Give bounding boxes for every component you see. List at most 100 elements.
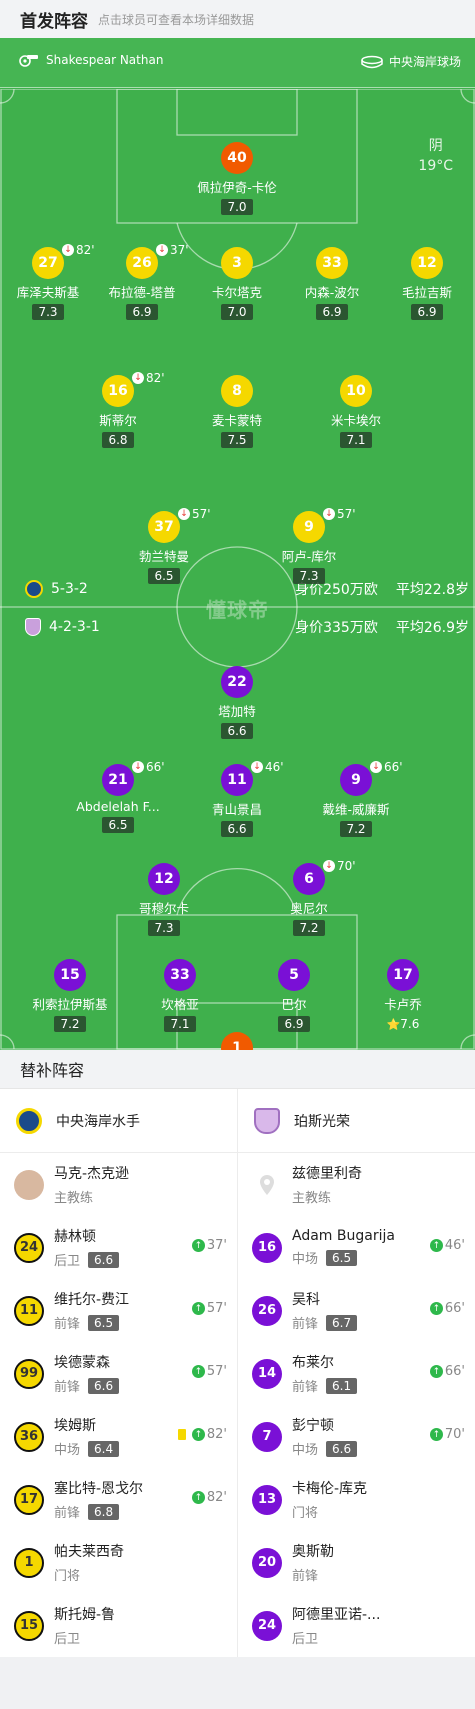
bench-player-1[interactable]: 1 帕夫莱西奇 门将 (0, 1531, 237, 1594)
player-name: 卡梅伦-库克 (292, 1481, 368, 1497)
sub-off-indicator: ↓ 66' (132, 760, 165, 774)
player-name: 佩拉伊奇-卡伦 (197, 180, 277, 195)
away-player-1[interactable]: 1萨伊7.0 (172, 1032, 302, 1050)
bench-player-11[interactable]: 11 维托尔-费江 前锋 6.5 ↑ 57' (0, 1279, 237, 1342)
bench-player-15[interactable]: 15 斯托姆-鲁 后卫 (0, 1594, 237, 1657)
player-rating: 6.6 (221, 723, 253, 739)
sub-off-arrow-icon: ↓ (62, 244, 74, 256)
sub-off-minute: 66' (146, 760, 165, 774)
home-team-logo-icon (16, 1107, 42, 1134)
away-player-33[interactable]: 33 坎格亚 7.1 (115, 959, 245, 1032)
venue-name: 中央海岸球场 (388, 55, 461, 69)
home-player-9[interactable]: 9 ↓ 57' 阿卢-库尔 7.3 (244, 507, 374, 584)
away-player-21[interactable]: 21 ↓ 66' Abdelelah F... 6.5 (53, 760, 183, 833)
away-player-22[interactable]: 22 塔加特 6.6 (172, 666, 302, 739)
player-rating: 6.9 (316, 304, 348, 320)
player-position: 中场 (54, 1443, 81, 1458)
jersey-number: 12 (148, 863, 180, 895)
jersey-number: 17 (14, 1484, 44, 1515)
sub-on-minute: 82' (206, 1490, 227, 1505)
bench: 中央海岸水手 马克-杰克逊 主教练 24 赫林顿 后卫 6.6 ↑ 37' 11 维托尔-费江… (0, 1088, 475, 1657)
rating-value: 7.1 (170, 1017, 190, 1031)
sub-off-arrow-icon: ↓ (132, 761, 144, 773)
sub-off-indicator: ↓ 66' (370, 760, 403, 774)
player-name: 斯蒂尔 (99, 413, 137, 428)
away-formation: 4-2-3-1 (49, 619, 100, 635)
sub-off-minute: 82' (146, 371, 165, 385)
player-rating: 6.6 (88, 1377, 120, 1394)
away-coach[interactable]: 兹德里利奇 主教练 (238, 1153, 475, 1216)
rating-value: 6.6 (227, 822, 247, 836)
player-name: 赫林顿 (54, 1229, 96, 1245)
bench-player-24[interactable]: 24 赫林顿 后卫 6.6 ↑ 37' (0, 1216, 237, 1279)
sub-off-indicator: ↓ 70' (323, 859, 356, 873)
home-bench: 中央海岸水手 马克-杰克逊 主教练 24 赫林顿 后卫 6.6 ↑ 37' 11 维托尔-费江… (0, 1089, 237, 1657)
sub-off-indicator: ↓ 57' (323, 507, 356, 521)
coach-role: 主教练 (292, 1191, 332, 1206)
bench-player-20[interactable]: 20 奥斯勒 前锋 (238, 1531, 475, 1594)
player-rating: 7.5 (221, 432, 253, 448)
jersey-number: 7 (252, 1421, 282, 1452)
home-player-8[interactable]: 8 麦卡蒙特 7.5 (172, 375, 302, 448)
rating-value: 7.0 (227, 200, 247, 214)
sub-off-indicator: ↓ 57' (178, 507, 211, 521)
bench-player-17[interactable]: 17 塞比特-恩戈尔 前锋 6.8 ↑ 82' (0, 1468, 237, 1531)
sub-off-arrow-icon: ↓ (156, 244, 168, 256)
home-player-40[interactable]: 40 佩拉伊奇-卡伦 7.0 (172, 142, 302, 215)
away-player-11[interactable]: 11 ↓ 46' 青山景昌 6.6 (172, 760, 302, 837)
bench-player-36[interactable]: 36 埃姆斯 中场 6.4 ↑ 82' (0, 1405, 237, 1468)
away-player-6[interactable]: 6 ↓ 70' 奥尼尔 7.2 (244, 859, 374, 936)
sub-off-minute: 70' (337, 859, 356, 873)
home-team-header[interactable]: 中央海岸水手 (0, 1089, 237, 1153)
jersey-number: 9 (293, 511, 325, 543)
sub-on-minute: 57' (206, 1301, 227, 1316)
bench-player-99[interactable]: 99 埃德蒙森 前锋 6.6 ↑ 57' (0, 1342, 237, 1405)
jersey-number: 14 (252, 1358, 282, 1389)
jersey-number: 10 (340, 375, 372, 407)
home-player-16[interactable]: 16 ↓ 82' 斯蒂尔 6.8 (53, 371, 183, 448)
jersey-number: 99 (14, 1358, 44, 1389)
home-player-12[interactable]: 12 毛拉吉斯 6.9 (362, 247, 475, 320)
home-coach[interactable]: 马克-杰克逊 主教练 (0, 1153, 237, 1216)
rating-value: 7.2 (346, 822, 366, 836)
away-player-9[interactable]: 9 ↓ 66' 戴维-威廉斯 7.2 (291, 760, 421, 837)
player-name: 米卡埃尔 (330, 413, 381, 428)
home-player-37[interactable]: 37 ↓ 57' 勃兰特曼 6.5 (99, 507, 229, 584)
rating-value: 7.3 (38, 305, 58, 319)
home-player-10[interactable]: 10 米卡埃尔 7.1 (291, 375, 421, 448)
jersey-number: 17 (387, 959, 419, 991)
jersey-number: 33 (164, 959, 196, 991)
player-name: 布莱尔 (292, 1355, 334, 1371)
jersey-number: 26 (126, 247, 158, 279)
away-team-header[interactable]: 珀斯光荣 (238, 1089, 475, 1153)
away-player-17[interactable]: 17 卡卢乔 ⭐7.6 (338, 959, 468, 1032)
rating-value: 7.6 (400, 1017, 420, 1031)
player-rating: 6.8 (88, 1503, 120, 1520)
match-info-bar: Shakespear Nathan 中央海岸球场 (0, 38, 475, 88)
bench-player-14[interactable]: 14 布莱尔 前锋 6.1 ↑ 66' (238, 1342, 475, 1405)
home-formation-row: 5-3-2 身价250万欧 平均22.8岁 (0, 578, 475, 600)
bench-player-26[interactable]: 26 吴科 前锋 6.7 ↑ 66' (238, 1279, 475, 1342)
sub-on-indicator: ↑ 82' (191, 1490, 227, 1505)
sub-off-arrow-icon: ↓ (323, 860, 335, 872)
sub-on-indicator: ↑ 37' (191, 1238, 227, 1253)
weather: 阴 19°C (418, 136, 453, 176)
player-name: 斯托姆-鲁 (54, 1607, 116, 1623)
away-player-12[interactable]: 12 哥穆尔卡 7.3 (99, 863, 229, 936)
jersey-number: 8 (221, 375, 253, 407)
pitch-lines (0, 89, 475, 1050)
sub-on-minute: 37' (206, 1238, 227, 1253)
player-position: 门将 (54, 1569, 81, 1584)
player-rating: 7.2 (340, 821, 372, 837)
bench-player-24[interactable]: 24 阿德里亚诺-... 后卫 (238, 1594, 475, 1657)
sub-on-minute: 57' (206, 1364, 227, 1379)
jersey-number: 12 (411, 247, 443, 279)
bench-player-13[interactable]: 13 卡梅伦-库克 门将 (238, 1468, 475, 1531)
player-name: 奥斯勒 (292, 1544, 334, 1560)
jersey-number: 22 (221, 666, 253, 698)
sub-on-arrow-icon: ↑ (191, 1491, 205, 1504)
rating-value: 7.2 (60, 1017, 80, 1031)
bench-player-16[interactable]: 16 Adam Bugarija 中场 6.5 ↑ 46' (238, 1216, 475, 1279)
bench-player-7[interactable]: 7 彭宁顿 中场 6.6 ↑ 70' (238, 1405, 475, 1468)
player-rating: ⭐7.6 (381, 1016, 426, 1032)
